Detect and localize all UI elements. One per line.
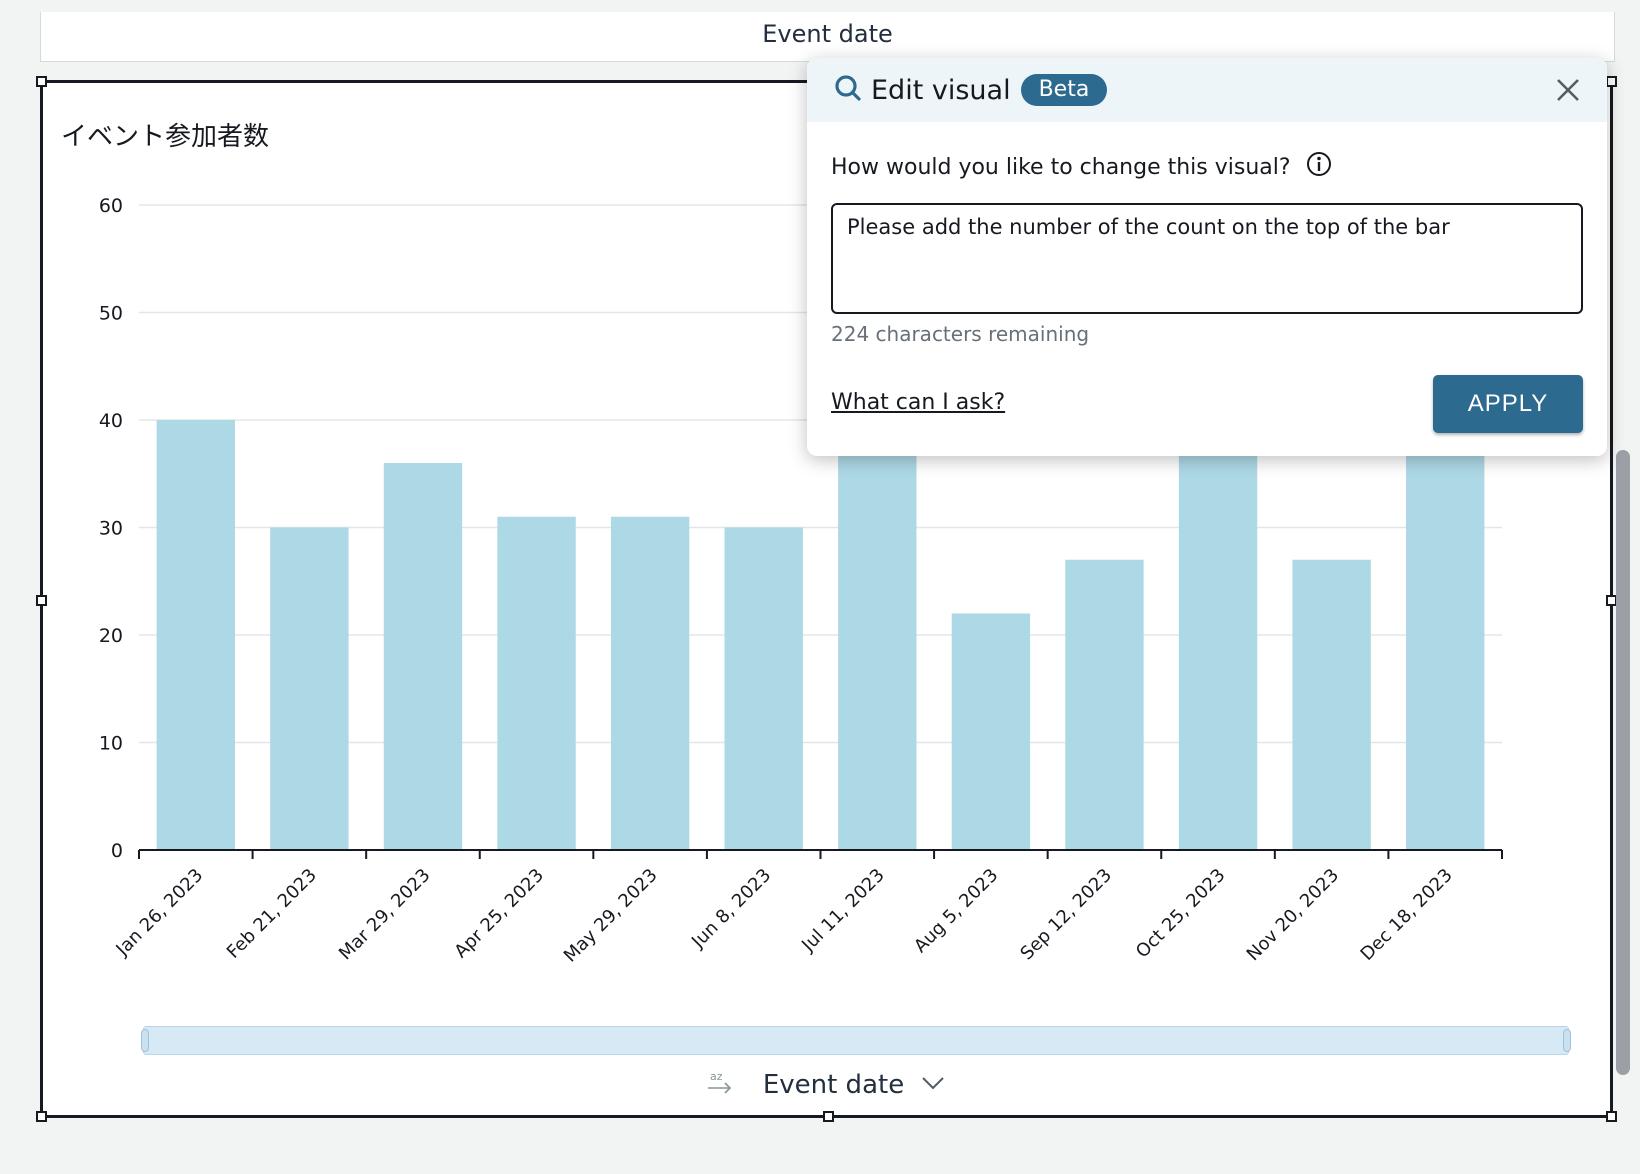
bar: [497, 516, 576, 850]
x-tick-label: Apr 25, 2023: [450, 865, 548, 963]
bar: [1178, 420, 1258, 850]
y-tick-label: 0: [111, 840, 123, 862]
svg-text:az: az: [710, 1070, 723, 1083]
scrollbar-left-grip[interactable]: [141, 1029, 149, 1052]
prompt-input[interactable]: Please add the number of the count on th…: [831, 203, 1583, 314]
resize-handle-bottom-left[interactable]: [36, 1111, 47, 1122]
previous-visual: Event date: [40, 12, 1615, 62]
y-tick-label: 20: [99, 625, 123, 647]
bar: [270, 527, 349, 850]
y-tick-label: 50: [99, 303, 123, 325]
what-can-i-ask-link[interactable]: What can I ask?: [831, 390, 1005, 415]
x-axis-field-well: az Event date: [43, 1065, 1610, 1105]
sort-az-icon[interactable]: az: [705, 1068, 735, 1102]
x-tick-label: Sep 12, 2023: [1016, 865, 1116, 965]
x-tick-label: Oct 25, 2023: [1132, 865, 1230, 963]
close-button[interactable]: [1551, 73, 1585, 107]
popover-title: Edit visual: [871, 74, 1011, 106]
y-tick-label: 30: [99, 518, 123, 540]
x-tick-label: Mar 29, 2023: [335, 865, 435, 965]
x-tick-label: Nov 20, 2023: [1243, 865, 1343, 965]
bar: [951, 613, 1031, 850]
bar: [610, 516, 690, 850]
y-tick-label: 10: [99, 733, 123, 755]
search-icon: [833, 73, 863, 107]
x-tick-label: Jun 8, 2023: [687, 865, 775, 953]
x-axis-field-label[interactable]: Event date: [763, 1070, 904, 1100]
edit-visual-popover: Edit visual Beta How would you like to c…: [807, 58, 1607, 456]
resize-handle-bottom-right[interactable]: [1606, 1111, 1617, 1122]
apply-button[interactable]: APPLY: [1433, 375, 1583, 433]
page-scrollbar[interactable]: [1616, 450, 1630, 1075]
chart-range-scrollbar[interactable]: [141, 1026, 1571, 1055]
y-tick-label: 60: [99, 195, 123, 217]
y-tick-label: 40: [99, 410, 123, 432]
x-tick-label: Jul 11, 2023: [797, 865, 889, 957]
bar: [156, 420, 235, 850]
prompt-question-label: How would you like to change this visual…: [831, 154, 1291, 180]
x-tick-label: Dec 18, 2023: [1357, 865, 1457, 965]
close-icon: [1557, 79, 1579, 101]
popover-header: Edit visual Beta: [807, 58, 1607, 122]
x-tick-label: Feb 21, 2023: [223, 865, 321, 963]
bar: [1065, 559, 1144, 850]
bar: [724, 527, 803, 850]
x-tick-label: Aug 5, 2023: [910, 865, 1002, 957]
resize-handle-bottom-center[interactable]: [823, 1111, 834, 1122]
x-tick-label: Jan 26, 2023: [111, 865, 207, 961]
previous-x-axis-title: Event date: [762, 20, 893, 48]
prompt-question: How would you like to change this visual…: [831, 150, 1333, 184]
x-tick-label: May 29, 2023: [560, 865, 662, 967]
scrollbar-right-grip[interactable]: [1563, 1029, 1571, 1052]
characters-remaining: 224 characters remaining: [831, 322, 1090, 346]
bar: [1406, 452, 1485, 850]
bar: [383, 463, 463, 850]
chevron-down-icon[interactable]: [918, 1068, 948, 1102]
bar: [838, 420, 917, 850]
bar: [1292, 559, 1371, 850]
info-icon[interactable]: [1291, 150, 1333, 184]
beta-badge: Beta: [1020, 74, 1108, 106]
